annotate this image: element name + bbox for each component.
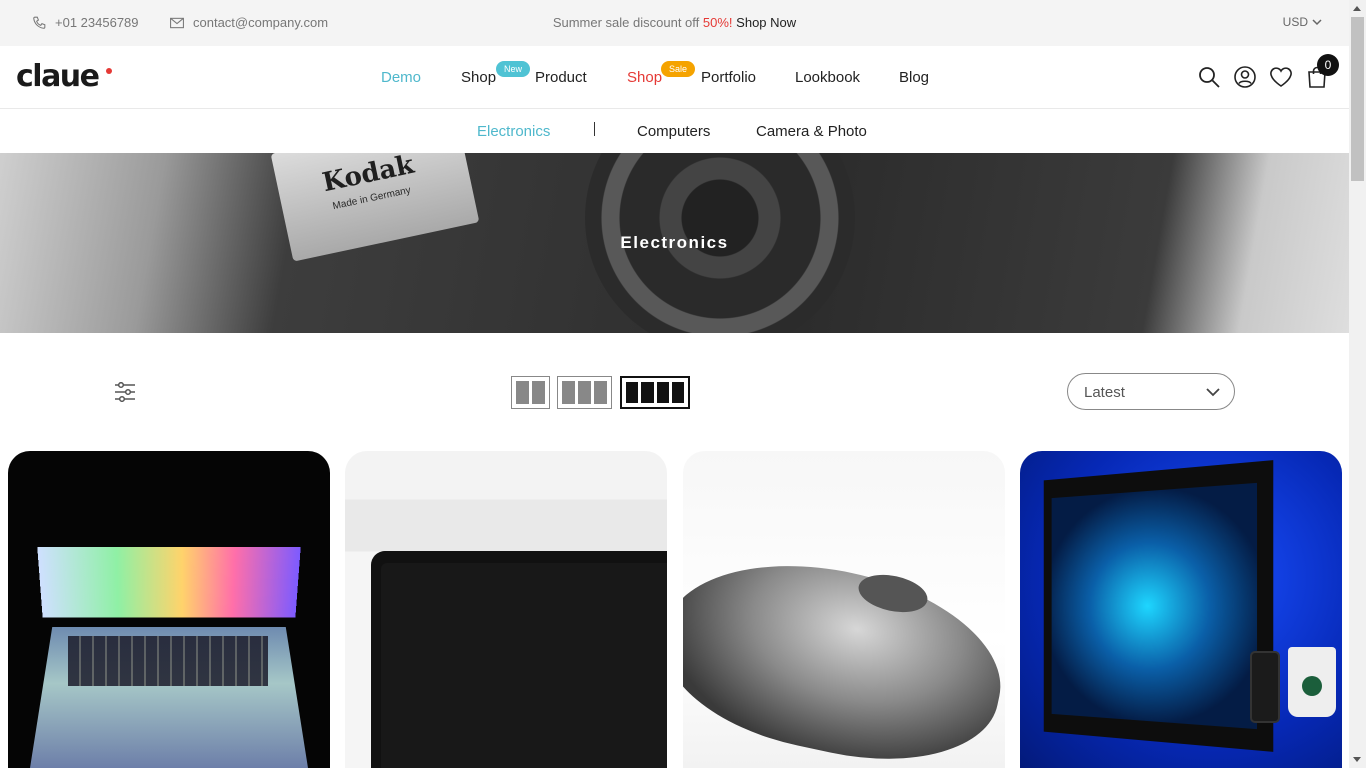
grid-column-icon <box>562 381 575 404</box>
new-badge: New <box>496 61 531 77</box>
phone-image <box>1250 651 1280 723</box>
sort-value: Latest <box>1084 384 1125 401</box>
scroll-up-icon[interactable] <box>1353 6 1361 11</box>
nav-product[interactable]: Product <box>535 69 587 86</box>
currency-value: USD <box>1282 15 1308 29</box>
product-card-laptop[interactable] <box>8 451 330 768</box>
grid-3-columns-button[interactable] <box>557 376 612 409</box>
filter-sliders-icon[interactable] <box>114 382 136 402</box>
sale-badge: Sale <box>661 61 696 77</box>
nav-shop-sale[interactable]: Shop <box>627 69 662 86</box>
main-header: claue Demo Shop New Product Shop Sale Po… <box>0 46 1349 109</box>
wishlist-heart-icon[interactable] <box>1269 65 1293 89</box>
sort-select[interactable]: Latest <box>1067 373 1235 410</box>
nav-demo[interactable]: Demo <box>381 69 421 86</box>
grid-2-columns-button[interactable] <box>511 376 550 409</box>
grid-column-icon <box>671 382 684 403</box>
logo-dot <box>106 68 112 74</box>
nav-portfolio[interactable]: Portfolio <box>701 69 756 86</box>
product-card-monitor[interactable] <box>1020 451 1342 768</box>
chevron-down-icon <box>1312 19 1322 26</box>
chevron-down-icon <box>1206 388 1220 397</box>
mouse-image <box>683 537 1005 768</box>
promo-percent: 50%! <box>702 15 733 30</box>
subnav-divider <box>594 122 595 136</box>
category-subnav: Electronics Computers Camera & Photo <box>0 109 1349 153</box>
grid-column-icon <box>641 382 654 403</box>
shop-now-link[interactable]: Shop Now <box>736 15 796 30</box>
grid-4-columns-button[interactable] <box>620 376 690 409</box>
nav-shop[interactable]: Shop <box>461 69 496 86</box>
grid-column-icon <box>516 381 529 404</box>
nav-lookbook[interactable]: Lookbook <box>795 69 860 86</box>
monitor-screen-image <box>1051 482 1258 730</box>
subnav-electronics[interactable]: Electronics <box>477 123 550 140</box>
promo-prefix: Summer sale discount off <box>552 15 700 30</box>
currency-selector[interactable]: USD <box>1283 15 1322 29</box>
search-icon[interactable] <box>1197 65 1221 89</box>
scrollbar-thumb[interactable] <box>1351 17 1364 181</box>
promo-text: Summer sale discount off 50%! Shop Now <box>0 15 1349 30</box>
scroll-down-icon[interactable] <box>1353 757 1361 762</box>
account-icon[interactable] <box>1233 65 1257 89</box>
subnav-computers[interactable]: Computers <box>637 123 710 140</box>
subnav-camera-photo[interactable]: Camera & Photo <box>756 123 867 140</box>
cup-logo-image <box>1302 676 1322 696</box>
banner-title: Electronics <box>620 233 729 252</box>
grid-column-icon <box>626 382 639 403</box>
grid-column-icon <box>578 381 591 404</box>
product-card-mouse[interactable] <box>683 451 1005 768</box>
nav-blog[interactable]: Blog <box>899 69 929 86</box>
cart-count-badge: 0 <box>1317 54 1339 76</box>
laptop-screen-image <box>37 546 301 618</box>
laptop-keyboard-image <box>68 636 268 686</box>
site-logo[interactable]: claue <box>16 59 100 94</box>
grid-column-icon <box>656 382 669 403</box>
product-card-tablet[interactable] <box>345 451 667 768</box>
tablet-screen-image <box>381 563 667 768</box>
grid-column-icon <box>532 381 545 404</box>
top-bar: +01 23456789 contact@company.com Summer … <box>0 0 1349 46</box>
grid-column-icon <box>594 381 607 404</box>
category-banner: Kodak Made in Germany Electronics <box>0 153 1349 333</box>
